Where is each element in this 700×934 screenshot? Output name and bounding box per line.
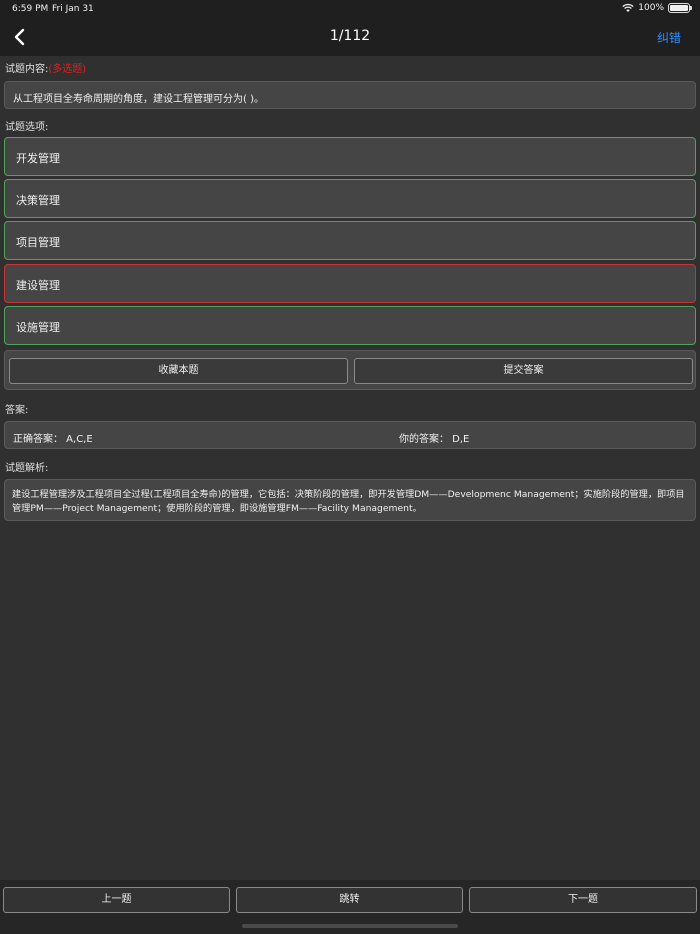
status-date: Fri Jan 31 <box>52 4 94 14</box>
battery-icon <box>668 3 692 13</box>
nav-bar: 1/112 纠错 <box>0 18 700 56</box>
status-right: 100% <box>622 3 692 13</box>
option-a[interactable]: 开发管理 <box>4 137 696 176</box>
answer-label: 答案: <box>5 405 29 416</box>
correction-button[interactable]: 纠错 <box>657 29 681 46</box>
correct-answer: 正确答案： A,C,E <box>13 434 93 445</box>
next-question-button[interactable]: 下一题 <box>469 887 697 913</box>
option-e-text: 设施管理 <box>16 321 60 334</box>
options-label: 试题选项: <box>5 122 49 133</box>
option-a-text: 开发管理 <box>16 152 60 165</box>
question-type-tag: (多选题) <box>48 64 87 75</box>
question-label-text: 试题内容: <box>5 64 49 75</box>
option-d[interactable]: 建设管理 <box>4 264 696 303</box>
wifi-icon <box>622 3 634 12</box>
option-b-text: 决策管理 <box>16 194 60 207</box>
jump-button[interactable]: 跳转 <box>236 887 463 913</box>
answer-box: 正确答案： A,C,E 你的答案： D,E <box>4 421 696 449</box>
your-answer: 你的答案： D,E <box>399 434 470 445</box>
option-e[interactable]: 设施管理 <box>4 306 696 345</box>
option-b[interactable]: 决策管理 <box>4 179 696 218</box>
submit-answer-button[interactable]: 提交答案 <box>354 358 693 384</box>
status-time: 6:59 PM <box>12 4 49 14</box>
option-c-text: 项目管理 <box>16 236 60 249</box>
battery-percent: 100% <box>638 3 664 13</box>
bottom-bar: 上一题 跳转 下一题 <box>0 880 700 934</box>
previous-question-button[interactable]: 上一题 <box>3 887 230 913</box>
option-d-text: 建设管理 <box>16 279 60 292</box>
favorite-button[interactable]: 收藏本题 <box>9 358 348 384</box>
action-row: 收藏本题 提交答案 <box>4 350 696 390</box>
page-title: 1/112 <box>329 28 371 44</box>
home-indicator[interactable] <box>242 924 458 928</box>
question-text: 从工程项目全寿命周期的角度，建设工程管理可分为( )。 <box>4 81 696 109</box>
status-bar: 6:59 PM Fri Jan 31 100% <box>0 0 700 18</box>
option-c[interactable]: 项目管理 <box>4 221 696 260</box>
question-label: 试题内容:(多选题) <box>5 60 86 75</box>
analysis-label: 试题解析: <box>5 463 49 474</box>
analysis-text: 建设工程管理涉及工程项目全过程(工程项目全寿命)的管理，它包括：决策阶段的管理，… <box>4 479 696 521</box>
